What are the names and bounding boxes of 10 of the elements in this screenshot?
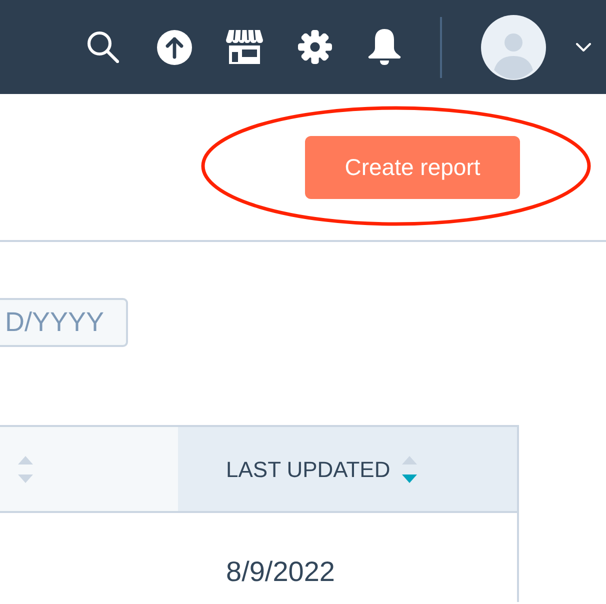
search-icon[interactable]: [87, 31, 119, 63]
arrow-up-circle-icon[interactable]: [157, 30, 192, 64]
column-header[interactable]: LAST UPDATED: [178, 427, 517, 511]
chevron-down-icon[interactable]: [576, 42, 591, 52]
avatar-icon[interactable]: [481, 14, 546, 80]
settings-icon[interactable]: [298, 30, 332, 64]
table-cell: 8/9/2022: [226, 556, 335, 587]
notification-bell-icon[interactable]: [368, 29, 401, 65]
date-input-field[interactable]: D/YYYY: [0, 298, 128, 347]
store-icon[interactable]: [226, 30, 263, 64]
